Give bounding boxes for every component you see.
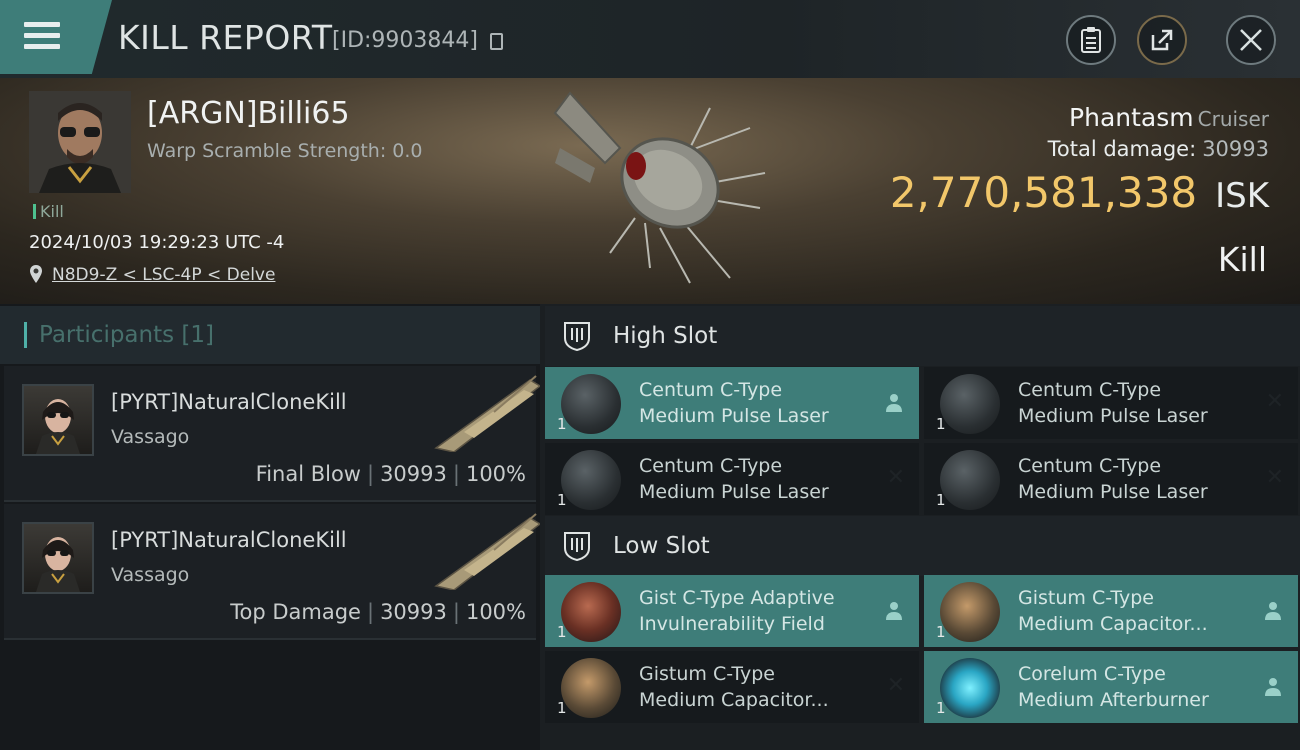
participant-ship-render xyxy=(434,375,542,452)
person-icon xyxy=(1265,678,1281,696)
menu-icon xyxy=(24,22,60,50)
participant-avatar[interactable] xyxy=(22,384,94,456)
module-item[interactable]: 1 Centum C-Type Medium Pulse Laser ✕ xyxy=(924,443,1298,515)
participant-name: [PYRT]NaturalCloneKill xyxy=(111,390,347,414)
module-item[interactable]: 1 Gist C-Type Adaptive Invulnerability F… xyxy=(545,575,919,647)
participants-header[interactable]: Participants [1] xyxy=(0,306,540,364)
participant-name: [PYRT]NaturalCloneKill xyxy=(111,528,347,552)
module-quantity: 1 xyxy=(936,699,946,717)
kill-location-link[interactable]: N8D9-Z < LSC-4P < Delve xyxy=(52,265,275,285)
low-slot-header: Low Slot xyxy=(545,516,1300,576)
module-name: Centum C-Type xyxy=(639,455,783,477)
page-title: KILL REPORT xyxy=(118,18,333,57)
warp-scramble-strength: Warp Scramble Strength: 0.0 xyxy=(147,140,423,162)
module-name-line2: Medium Pulse Laser xyxy=(639,405,829,427)
title-bar: KILL REPORT [ID:9903844] xyxy=(0,0,1300,78)
copy-icon[interactable] xyxy=(490,33,503,50)
kill-datetime: 2024/10/03 19:29:23 UTC -4 xyxy=(29,232,285,253)
ship-render[interactable] xyxy=(550,88,770,288)
capacitor-module-icon xyxy=(940,582,1000,642)
status-tag: Kill xyxy=(33,202,64,221)
participant-stats: Final Blow | 30993 | 100% xyxy=(255,462,526,486)
module-name-line2: Medium Pulse Laser xyxy=(1018,481,1208,503)
module-item[interactable]: 1 Corelum C-Type Medium Afterburner xyxy=(924,651,1298,723)
capacitor-module-icon xyxy=(561,658,621,718)
module-item[interactable]: 1 Gistum C-Type Medium Capacitor... ✕ xyxy=(545,651,919,723)
module-quantity: 1 xyxy=(557,699,567,717)
victim-avatar[interactable] xyxy=(29,91,131,193)
slot-shield-icon xyxy=(564,322,590,352)
share-icon xyxy=(1151,29,1173,51)
clipboard-icon xyxy=(1081,27,1101,53)
module-name: Centum C-Type xyxy=(639,379,783,401)
participant-row[interactable]: [PYRT]NaturalCloneKill Vassago Top Damag… xyxy=(4,504,542,640)
module-item[interactable]: 1 Gistum C-Type Medium Capacitor... xyxy=(924,575,1298,647)
x-icon: ✕ xyxy=(886,673,905,698)
ship-name[interactable]: Phantasm Cruiser xyxy=(1069,103,1269,132)
kill-result: Kill xyxy=(1217,240,1267,279)
shield-module-icon xyxy=(561,582,621,642)
afterburner-module-icon xyxy=(940,658,1000,718)
x-icon: ✕ xyxy=(1265,465,1284,490)
module-quantity: 1 xyxy=(557,415,567,433)
module-item[interactable]: 1 Centum C-Type Medium Pulse Laser ✕ xyxy=(924,367,1298,439)
participant-row[interactable]: [PYRT]NaturalCloneKill Vassago Final Blo… xyxy=(4,366,542,502)
module-name-line2: Medium Afterburner xyxy=(1018,689,1209,711)
x-icon: ✕ xyxy=(886,465,905,490)
module-name: Gist C-Type Adaptive xyxy=(639,587,835,609)
module-name-line2: Medium Pulse Laser xyxy=(1018,405,1208,427)
close-button[interactable] xyxy=(1226,15,1276,65)
module-name-line2: Invulnerability Field xyxy=(639,613,825,635)
menu-button[interactable] xyxy=(0,0,112,74)
module-name-line2: Medium Capacitor... xyxy=(639,689,829,711)
module-name-line2: Medium Pulse Laser xyxy=(639,481,829,503)
module-quantity: 1 xyxy=(936,623,946,641)
module-quantity: 1 xyxy=(936,415,946,433)
laser-turret-icon xyxy=(561,374,621,434)
clipboard-button[interactable] xyxy=(1066,15,1116,65)
close-icon xyxy=(1240,29,1262,51)
victim-name: [ARGN]Billi65 xyxy=(147,96,350,131)
module-name: Centum C-Type xyxy=(1018,379,1162,401)
report-id: [ID:9903844] xyxy=(332,28,478,53)
module-quantity: 1 xyxy=(557,491,567,509)
module-name: Gistum C-Type xyxy=(639,663,775,685)
module-quantity: 1 xyxy=(557,623,567,641)
module-name-line2: Medium Capacitor... xyxy=(1018,613,1208,635)
module-name: Corelum C-Type xyxy=(1018,663,1166,685)
participant-stats: Top Damage | 30993 | 100% xyxy=(230,600,526,624)
participant-ship-render xyxy=(434,513,542,590)
location-pin-icon xyxy=(30,265,42,283)
module-name: Centum C-Type xyxy=(1018,455,1162,477)
person-icon xyxy=(1265,602,1281,620)
victim-banner: [ARGN]Billi65 Warp Scramble Strength: 0.… xyxy=(0,78,1300,304)
laser-turret-icon xyxy=(561,450,621,510)
person-icon xyxy=(886,602,902,620)
person-icon xyxy=(886,394,902,412)
module-item[interactable]: 1 Centum C-Type Medium Pulse Laser ✕ xyxy=(545,443,919,515)
x-icon: ✕ xyxy=(1265,389,1284,414)
isk-value: 2,770,581,338 ISK xyxy=(889,168,1269,217)
module-quantity: 1 xyxy=(936,491,946,509)
participant-ship: Vassago xyxy=(111,564,190,586)
module-item[interactable]: 1 Centum C-Type Medium Pulse Laser xyxy=(545,367,919,439)
slot-shield-icon xyxy=(564,532,590,562)
module-name: Gistum C-Type xyxy=(1018,587,1154,609)
high-slot-header: High Slot xyxy=(545,306,1300,366)
share-button[interactable] xyxy=(1137,15,1187,65)
laser-turret-icon xyxy=(940,374,1000,434)
laser-turret-icon xyxy=(940,450,1000,510)
participant-ship: Vassago xyxy=(111,426,190,448)
total-damage: Total damage: 30993 xyxy=(1047,137,1269,161)
participant-avatar[interactable] xyxy=(22,522,94,594)
